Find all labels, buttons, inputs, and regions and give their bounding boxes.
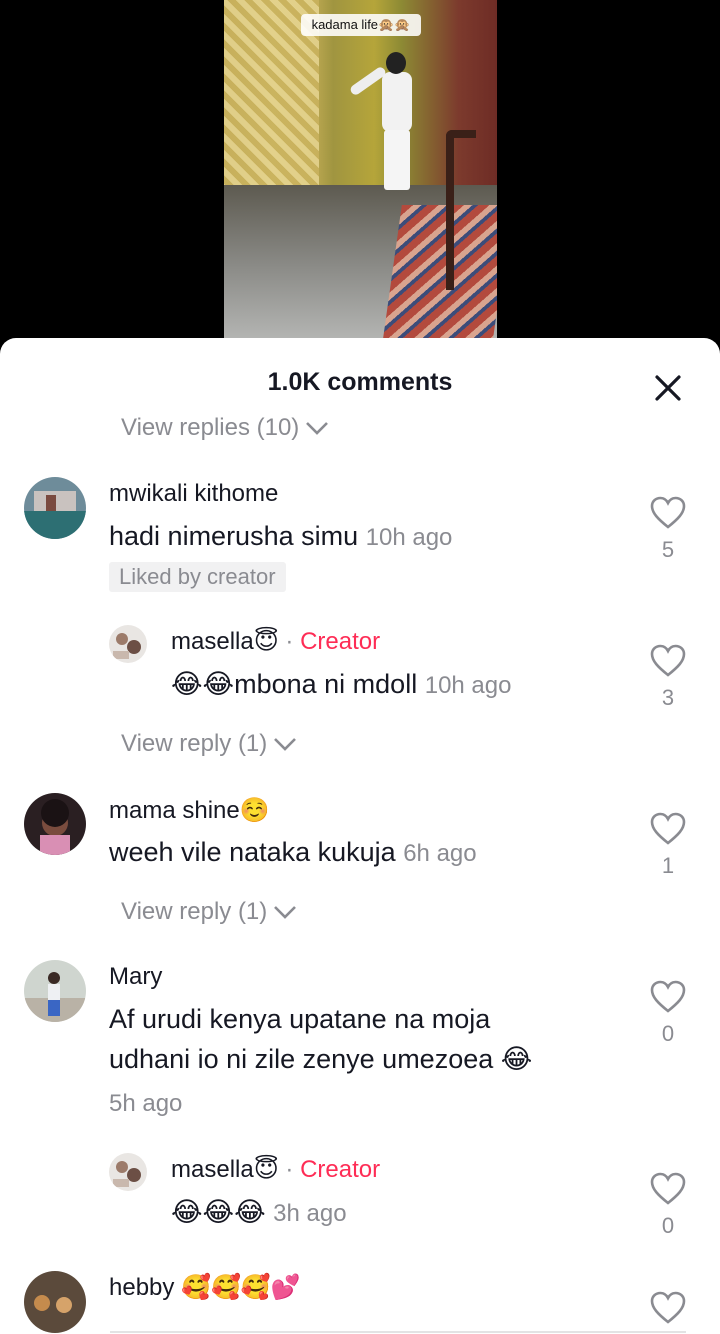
comment-text: 😂😂mbona ni mdoll 10h ago: [171, 669, 512, 699]
video-rug: [382, 205, 497, 345]
liked-by-creator-badge: Liked by creator: [109, 562, 286, 592]
like-count: 3: [661, 685, 675, 710]
comment-username[interactable]: hebby 🥰🥰🥰💕: [109, 1273, 301, 1302]
avatar[interactable]: [24, 793, 86, 855]
video-preview[interactable]: [224, 0, 497, 345]
video-chair: [446, 130, 476, 290]
heart-outline-icon: [650, 496, 686, 529]
comment-text: hadi nimerusha simu 10h ago: [109, 521, 453, 551]
like-count: 1: [661, 853, 675, 878]
avatar[interactable]: [24, 477, 86, 539]
comment-text: weeh vile nataka kukuja 6h ago: [109, 837, 477, 867]
video-person: [348, 52, 420, 192]
divider: [110, 1331, 686, 1333]
comment-username[interactable]: mama shine☺️: [109, 796, 270, 825]
like-button[interactable]: 0: [648, 1172, 688, 1239]
heart-outline-icon: [650, 812, 686, 845]
chevron-down-icon: [274, 906, 297, 919]
like-button[interactable]: 3: [648, 644, 688, 711]
video-caption-sticker: kadama life🙊🙊: [301, 14, 421, 36]
like-count: 0: [661, 1021, 675, 1046]
close-icon: [655, 375, 681, 401]
comment-time: 10h ago: [365, 524, 453, 551]
avatar[interactable]: [109, 1153, 147, 1191]
comments-count-title: 1.0K comments: [267, 368, 453, 396]
comment-username[interactable]: masella😇 · Creator: [171, 627, 380, 656]
comment-username[interactable]: Mary: [109, 963, 162, 991]
like-button[interactable]: 1: [648, 812, 688, 879]
view-reply-link[interactable]: View reply (1): [121, 898, 297, 926]
view-replies-link[interactable]: View replies (10): [121, 414, 329, 442]
comment-time: 3h ago: [273, 1200, 347, 1227]
comment-time: 5h ago: [109, 1090, 183, 1117]
like-count: 5: [661, 537, 675, 562]
creator-label: Creator: [300, 628, 381, 655]
like-button[interactable]: [648, 1291, 688, 1330]
view-reply-link[interactable]: View reply (1): [121, 730, 297, 758]
comment-text: 😂😂😂 3h ago: [171, 1197, 347, 1227]
comment-username[interactable]: masella😇 · Creator: [171, 1155, 380, 1184]
avatar[interactable]: [24, 960, 86, 1022]
heart-outline-icon: [650, 980, 686, 1013]
avatar[interactable]: [24, 1271, 86, 1333]
like-button[interactable]: 0: [648, 980, 688, 1047]
comment-time: 10h ago: [424, 672, 512, 699]
heart-outline-icon: [650, 644, 686, 677]
heart-outline-icon: [650, 1172, 686, 1205]
close-button[interactable]: [648, 368, 688, 408]
chevron-down-icon: [274, 738, 297, 751]
heart-outline-icon: [650, 1291, 686, 1324]
comment-text: Af urudi kenya upatane na moja udhani io…: [109, 1004, 533, 1074]
comment-username[interactable]: mwikali kithome: [109, 480, 278, 508]
comment-time: 6h ago: [403, 840, 477, 867]
chevron-down-icon: [306, 422, 329, 435]
like-button[interactable]: 5: [648, 496, 688, 563]
avatar[interactable]: [109, 625, 147, 663]
creator-label: Creator: [300, 1156, 381, 1183]
comments-sheet: 1.0K comments View replies (10) mwikali …: [0, 338, 720, 1334]
like-count: 0: [661, 1213, 675, 1238]
